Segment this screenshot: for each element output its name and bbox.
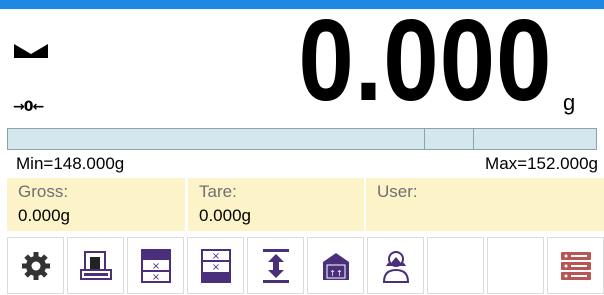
user-label: User:	[377, 182, 418, 201]
gross-panel: Gross: 0.000g	[7, 178, 185, 231]
min-limit-label: Min=148.000g	[16, 154, 125, 173]
database-icon	[560, 251, 591, 280]
stability-indicator-icon	[14, 44, 48, 58]
gross-label: Gross:	[18, 182, 69, 201]
threshold-button[interactable]	[247, 237, 304, 294]
svg-text:×: ×	[151, 261, 159, 272]
settings-button[interactable]	[7, 237, 64, 294]
weight-unit: g	[563, 90, 576, 115]
bargraph	[7, 128, 597, 150]
svg-text:×: ×	[211, 262, 219, 273]
tare-panel: Tare: 0.000g	[188, 178, 364, 231]
gear-icon	[21, 251, 50, 280]
user-button[interactable]	[367, 237, 424, 294]
weight-readout: 0.000	[298, 0, 552, 125]
svg-text:↑↑: ↑↑	[329, 269, 342, 278]
threshold-arrows-icon	[262, 248, 289, 283]
bargraph-marker-low	[424, 129, 425, 149]
zero-indicator-icon: →0←	[13, 99, 44, 115]
database-button[interactable]	[547, 237, 604, 294]
gross-value: 0.000g	[18, 206, 70, 225]
tare-box-icon: ↑↑	[322, 252, 349, 280]
bargraph-marker-high	[473, 129, 474, 149]
tare-table-2-button[interactable]: × ×	[187, 237, 244, 294]
svg-text:×: ×	[151, 272, 159, 283]
user-panel: User:	[366, 178, 604, 231]
tare-table-button[interactable]: × ×	[127, 237, 184, 294]
print-button[interactable]	[67, 237, 124, 294]
max-limit-label: Max=152.000g	[485, 154, 598, 173]
empty-button-2[interactable]	[487, 237, 544, 294]
empty-button-1[interactable]	[427, 237, 484, 294]
tare-table-icon: × ×	[140, 248, 171, 283]
tare-value: 0.000g	[199, 206, 251, 225]
scale-print-icon	[79, 250, 112, 280]
tare-box-button[interactable]: ↑↑	[307, 237, 364, 294]
svg-text:×: ×	[211, 251, 219, 262]
tare-label: Tare:	[199, 182, 237, 201]
user-icon	[382, 250, 409, 283]
tare-table-2-icon: × ×	[200, 248, 231, 283]
